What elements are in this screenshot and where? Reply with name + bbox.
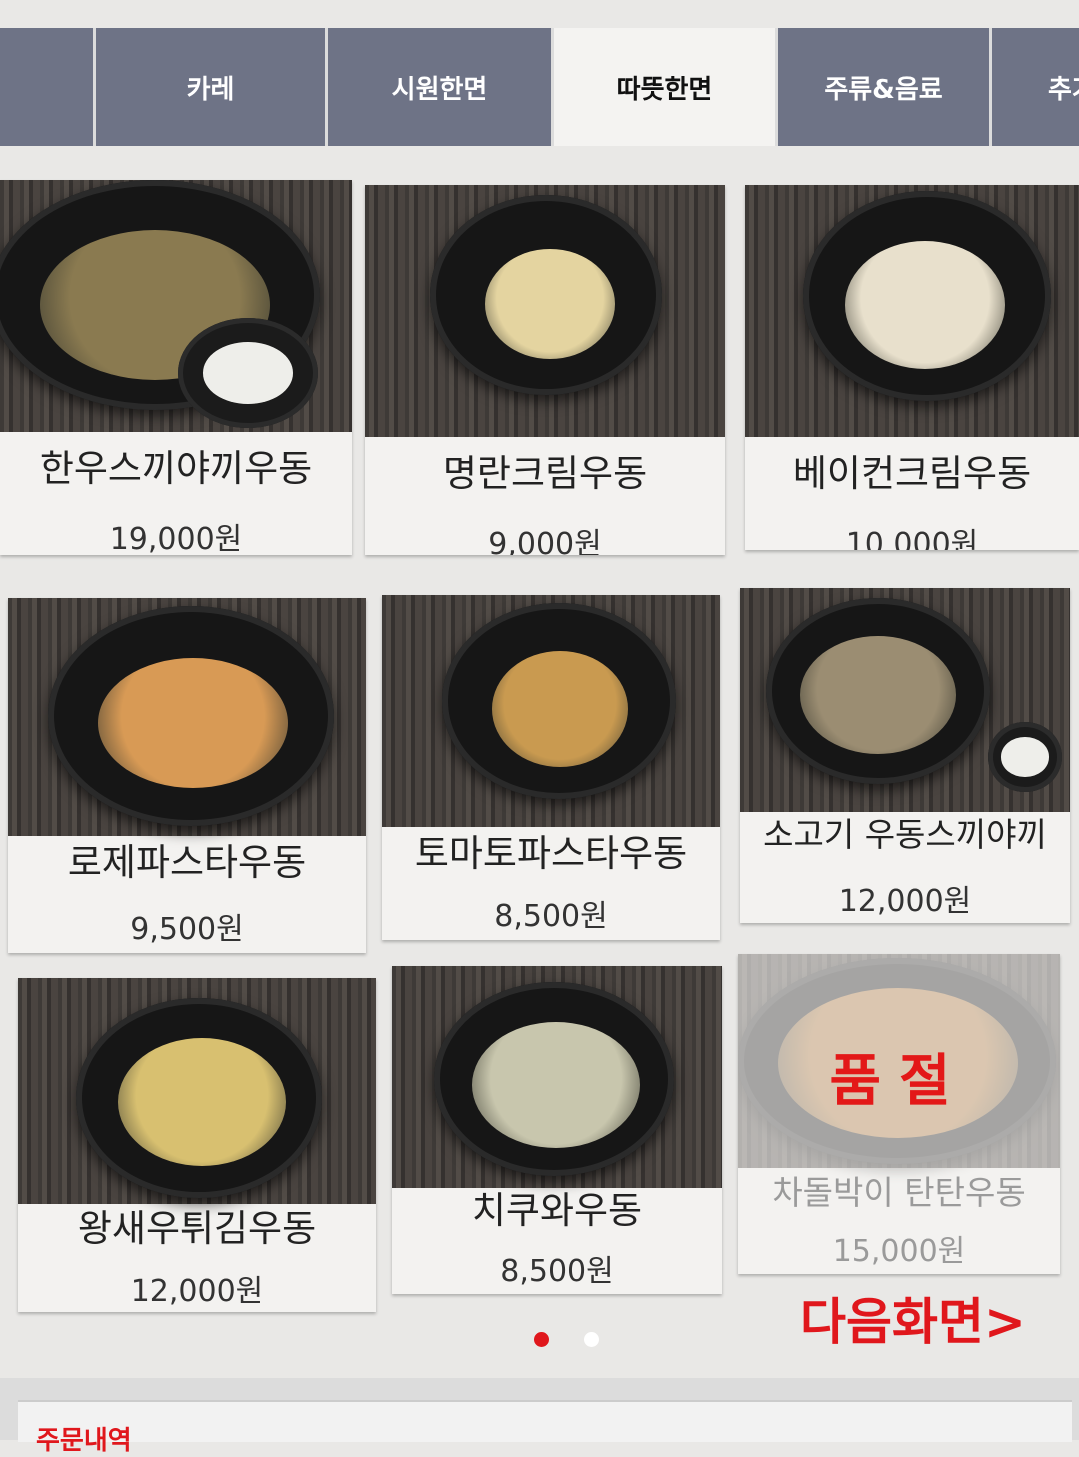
noodle <box>800 636 956 754</box>
order-history-title: 주문내역 <box>36 1426 132 1456</box>
tab-cold-noodles[interactable]: 시원한면 <box>328 28 554 146</box>
menu-item-price: 9,500원 <box>130 912 244 947</box>
noodle <box>118 1038 286 1166</box>
dish-photo <box>8 598 366 836</box>
menu-item-price: 19,000원 <box>109 522 243 555</box>
order-panel <box>18 1400 1072 1442</box>
tab-warm-noodles[interactable]: 따뜻한면 <box>554 28 778 146</box>
menu-item-name: 명란크림우동 <box>442 452 648 495</box>
noodle <box>98 658 288 788</box>
menu-item-name: 로제파스타우동 <box>67 841 307 884</box>
menu-item-price: 8,500원 <box>494 899 608 934</box>
tab-label: 카레 <box>186 74 235 105</box>
menu-item-card[interactable]: 소고기 우동스끼야끼 12,000원 <box>740 588 1070 923</box>
menu-item-price: 8,500원 <box>500 1254 614 1289</box>
menu-item-card[interactable]: 명란크림우동 9,000원 <box>365 185 725 555</box>
tab-label: 추가 <box>1048 74 1079 105</box>
tab-0[interactable] <box>0 28 96 146</box>
menu-item-name: 왕새우튀김우동 <box>77 1207 317 1250</box>
menu-item-card[interactable]: 토마토파스타우동 8,500원 <box>382 595 720 940</box>
menu-item-price: 12,000원 <box>130 1274 264 1309</box>
dish-photo <box>392 966 722 1188</box>
tab-drinks[interactable]: 주류&음료 <box>778 28 992 146</box>
tab-label: 시원한면 <box>391 74 488 105</box>
dish-photo <box>365 185 725 437</box>
menu-item-card[interactable]: 왕새우튀김우동 12,000원 <box>18 978 376 1312</box>
page-indicator-active[interactable] <box>534 1332 549 1347</box>
category-tab-bar: 카레 시원한면 따뜻한면 주류&음료 추가 <box>0 22 1079 156</box>
menu-item-price: 15,000원 <box>832 1234 966 1269</box>
noodle <box>845 241 1005 369</box>
menu-item-price: 9,000원 <box>488 527 602 555</box>
menu-item-card-sold-out: 품절 차돌박이 탄탄우동 15,000원 <box>738 954 1060 1274</box>
menu-item-price: 12,000원 <box>838 884 972 919</box>
menu-item-card[interactable]: 로제파스타우동 9,500원 <box>8 598 366 953</box>
dish-photo <box>745 185 1079 437</box>
menu-item-price: 10,000원 <box>845 527 979 550</box>
noodle <box>492 651 628 767</box>
dish-photo <box>382 595 720 827</box>
tab-label: 따뜻한면 <box>616 74 713 105</box>
noodle <box>472 1022 640 1148</box>
dish-photo <box>740 588 1070 812</box>
sold-out-badge: 품절 <box>829 1049 969 1114</box>
menu-item-name: 베이컨크림우동 <box>792 452 1032 495</box>
menu-item-card[interactable]: 치쿠와우동 8,500원 <box>392 966 722 1294</box>
menu-item-name: 토마토파스타우동 <box>414 832 688 875</box>
menu-item-name: 치쿠와우동 <box>471 1189 643 1232</box>
menu-item-card[interactable]: 베이컨크림우동 10,000원 <box>745 185 1079 550</box>
tab-extra[interactable]: 추가 <box>992 28 1079 146</box>
next-page-button[interactable]: 다음화면> <box>800 1282 1026 1354</box>
dish-photo <box>0 180 352 432</box>
tab-curry[interactable]: 카레 <box>96 28 328 146</box>
noodle <box>485 249 615 359</box>
tab-label: 주류&음료 <box>824 74 943 105</box>
menu-item-name: 한우스끼야끼우동 <box>39 447 313 490</box>
page-indicator[interactable] <box>584 1332 599 1347</box>
menu-item-card[interactable]: 한우스끼야끼우동 19,000원 <box>0 180 352 555</box>
menu-item-name: 소고기 우동스끼야끼 <box>763 815 1047 854</box>
menu-item-name: 차돌박이 탄탄우동 <box>772 1173 1026 1212</box>
dish-photo <box>18 978 376 1204</box>
